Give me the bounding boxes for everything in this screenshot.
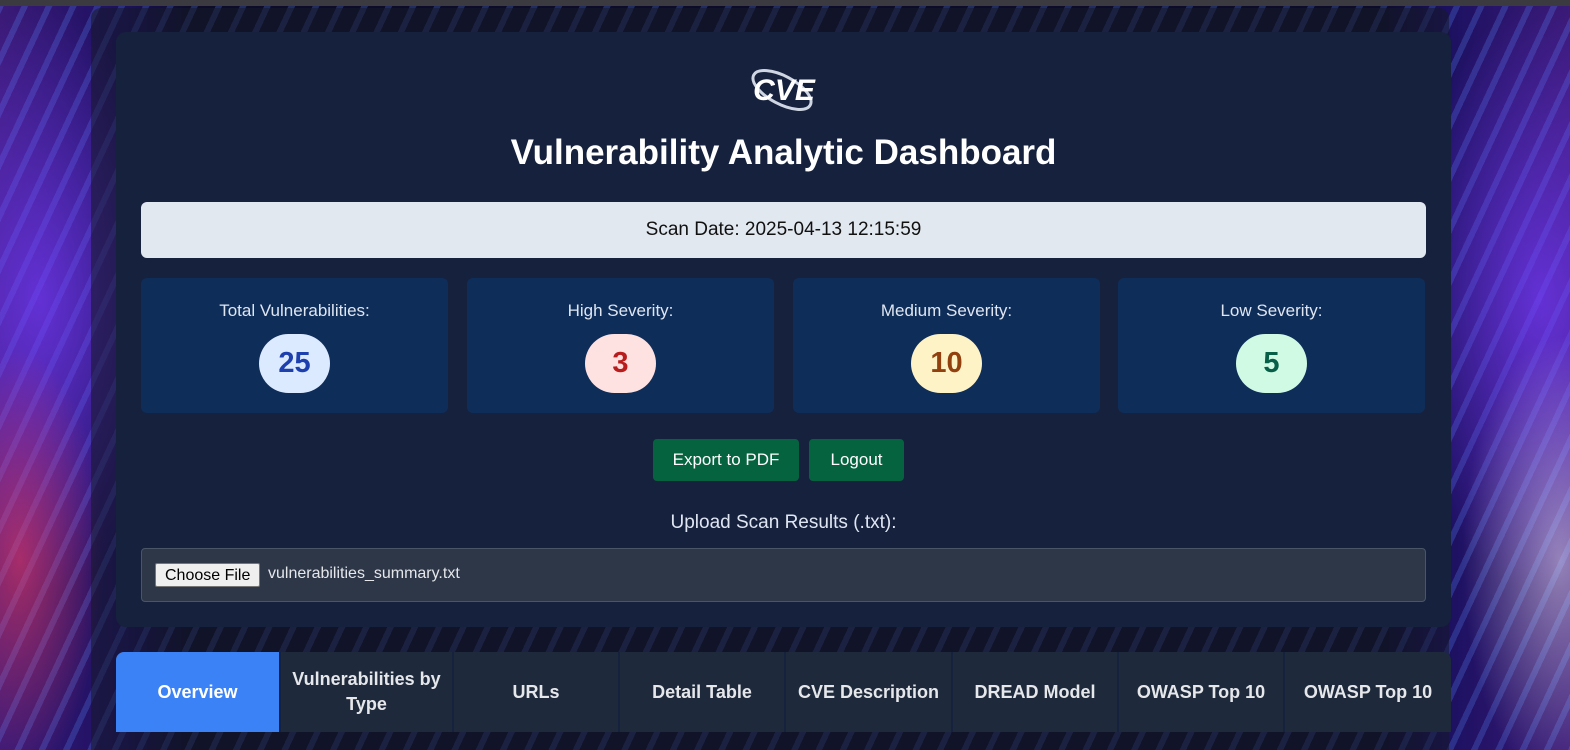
stat-label: Low Severity: [1220,301,1323,320]
stat-value-badge: 10 [911,334,982,393]
stat-label: Medium Severity: [880,301,1013,320]
upload-label: Upload Scan Results (.txt): [670,512,897,533]
scan-date-bar: Scan Date: 2025-04-13 12:15:59 [141,202,1426,258]
stat-card-medium: Medium Severity: 10 [793,278,1100,413]
cve-logo: CVE [751,69,816,111]
selected-file-name: vulnerabilities_summary.txt [268,565,460,582]
file-upload-field[interactable]: Choose File vulnerabilities_summary.txt [141,548,1426,602]
tab-vulnerabilities-by-type[interactable]: Vulnerabilities by Type [281,652,454,732]
logo-text: CVE [753,74,816,107]
tab-overview[interactable]: Overview [116,652,281,732]
page-title: Vulnerability Analytic Dashboard [510,133,1057,172]
stat-card-high: High Severity: 3 [467,278,774,413]
choose-file-button[interactable]: Choose File [155,563,261,587]
stat-value-badge: 5 [1236,334,1307,393]
tab-detail-table[interactable]: Detail Table [620,652,786,732]
logout-button[interactable]: Logout [809,439,904,481]
stat-label: Total Vulnerabilities: [219,301,370,320]
export-pdf-button[interactable]: Export to PDF [653,439,799,481]
stat-label: High Severity: [567,301,674,320]
tab-urls[interactable]: URLs [454,652,620,732]
stat-value-badge: 3 [585,334,656,393]
stat-card-total: Total Vulnerabilities: 25 [141,278,448,413]
window-top-border [0,0,1570,6]
scan-date-text: Scan Date: 2025-04-13 12:15:59 [645,219,922,240]
tab-owasp-top-10-second[interactable]: OWASP Top 10 [1285,652,1451,732]
tab-bar: Overview Vulnerabilities by Type URLs De… [116,652,1451,732]
tab-dread-model[interactable]: DREAD Model [953,652,1119,732]
stat-card-low: Low Severity: 5 [1118,278,1425,413]
tab-cve-description[interactable]: CVE Description [786,652,953,732]
stat-value-badge: 25 [259,334,330,393]
tab-owasp-top-10[interactable]: OWASP Top 10 [1119,652,1285,732]
